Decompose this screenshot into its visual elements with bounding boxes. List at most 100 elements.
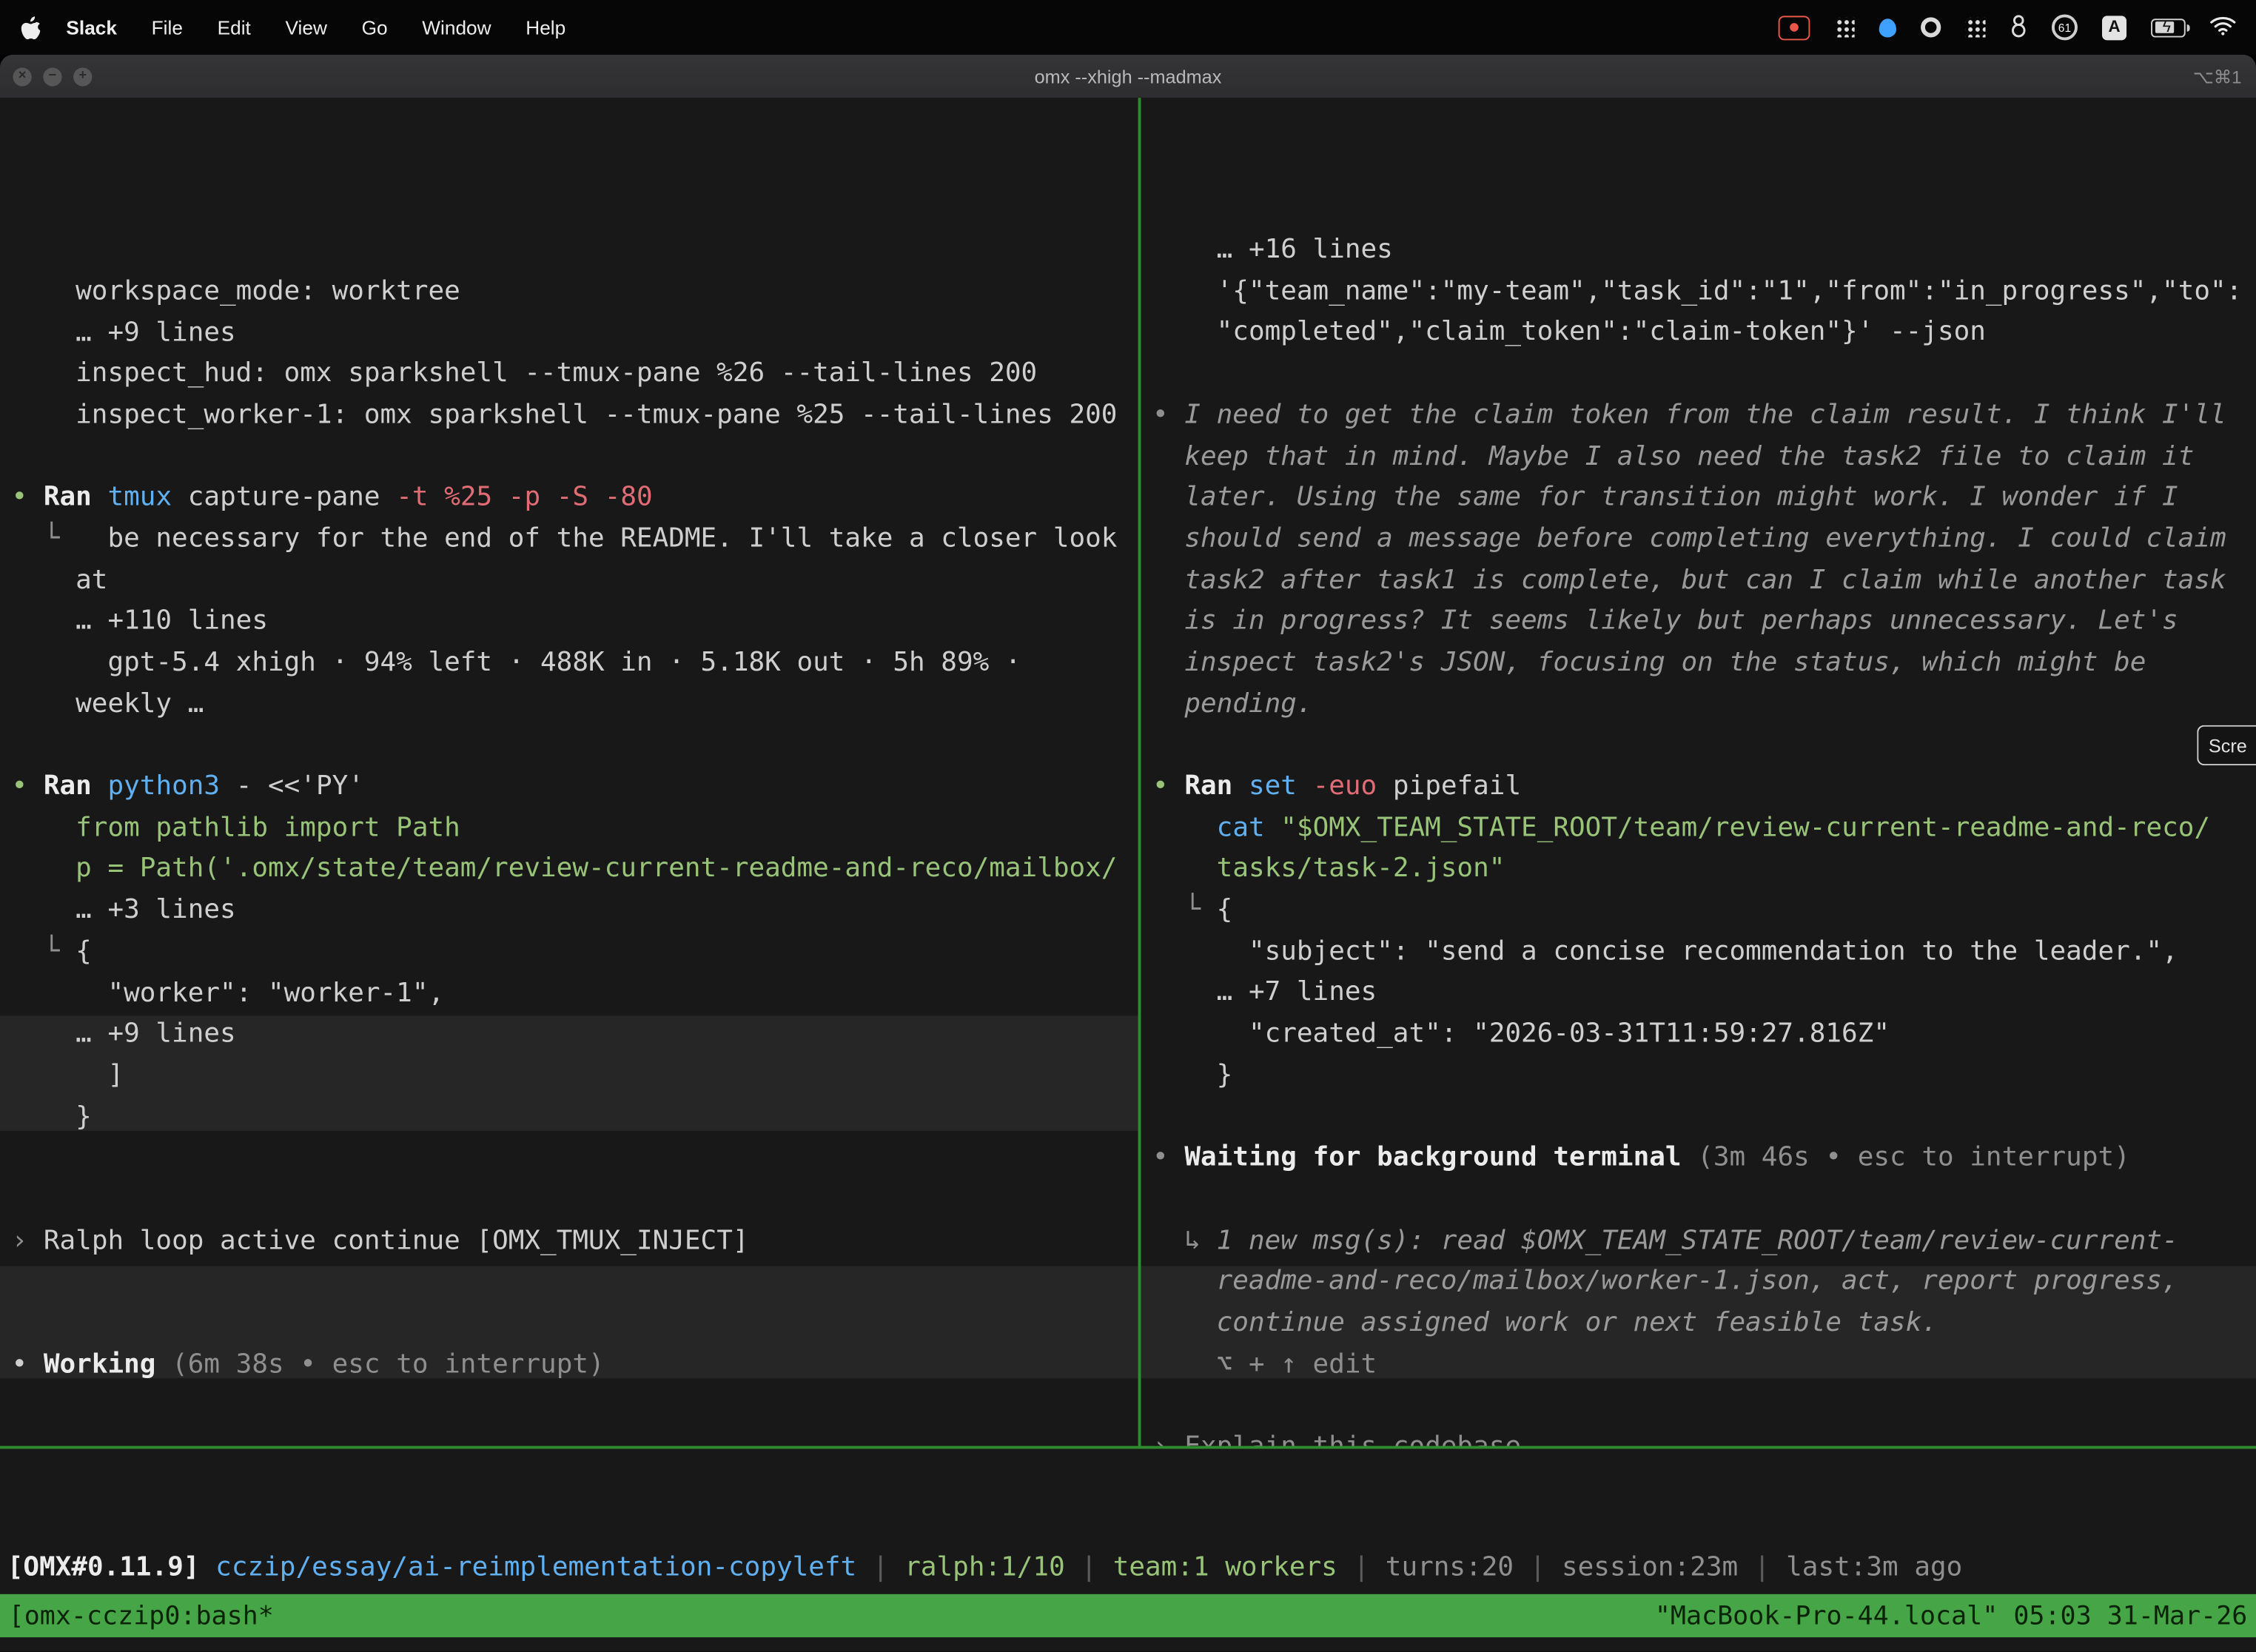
text-segment: cczip/essay/ai-reimplementation-copyleft <box>215 1553 856 1583</box>
text-segment: session:23m <box>1562 1553 1738 1583</box>
terminal-line: "worker": "worker-1", <box>12 973 1138 1015</box>
text-segment: inspect_worker-1: omx sparkshell --tmux-… <box>12 400 1118 430</box>
text-segment: • <box>12 1349 44 1380</box>
text-segment <box>1152 854 1217 884</box>
zoom-button[interactable]: + <box>73 67 92 85</box>
terminal-line: is in progress? It seems likely but perh… <box>1152 602 2256 643</box>
text-segment: Working <box>44 1349 172 1380</box>
menu-help[interactable]: Help <box>508 16 583 38</box>
text-segment: keep that in mind. Maybe I also need the… <box>1152 441 2194 471</box>
apple-icon[interactable] <box>20 15 40 39</box>
text-segment: | <box>856 1553 904 1583</box>
figure-eight-icon[interactable] <box>2010 13 2027 41</box>
text-segment: └ <box>12 936 76 967</box>
terminal-line <box>12 437 1138 478</box>
terminal-line: p = Path('.omx/state/team/review-current… <box>12 850 1138 891</box>
text-segment: • <box>12 771 44 802</box>
terminal-line <box>12 1262 1138 1303</box>
terminal-line: • Ran tmux capture-pane -t %25 -p -S -80 <box>12 478 1138 520</box>
text-segment: (6m 38s • esc to interrupt) <box>172 1349 605 1380</box>
terminal-line <box>1152 725 2256 767</box>
text-segment: - <<'PY' <box>236 771 364 802</box>
dots-grid-icon-2[interactable] <box>1965 17 1985 37</box>
text-segment: Ran <box>1184 771 1249 802</box>
text-segment: … +7 lines <box>1152 978 1377 1008</box>
text-segment: └ <box>1152 895 1217 925</box>
text-segment: p = Path('.omx/state/team/review-current… <box>12 854 1118 884</box>
terminal-line: • I need to get the claim token from the… <box>1152 395 2256 437</box>
terminal-line: weekly … <box>12 685 1138 726</box>
text-segment: "worker": "worker-1", <box>12 978 445 1008</box>
terminal-line: cat "$OMX_TEAM_STATE_ROOT/team/review-cu… <box>1152 808 2256 850</box>
tmux-session-label: [omx-cczip0:bash* <box>9 1601 274 1631</box>
terminal-line <box>12 1386 1138 1428</box>
text-segment: • <box>1152 1143 1184 1173</box>
terminal-line: … +9 lines <box>12 1015 1138 1056</box>
tmux-pane-right[interactable]: … +16 lines '{"team_name":"my-team","tas… <box>1141 98 2256 1446</box>
dots-grid-icon[interactable] <box>1834 17 1854 37</box>
text-segment: tasks/task-2.json" <box>1217 854 1505 884</box>
terminal-line: from pathlib import Path <box>12 808 1138 850</box>
text-segment: gpt-5.4 xhigh · 94% left · 488K in · 5.1… <box>12 648 1021 678</box>
text-segment: pipefail <box>1393 771 1521 802</box>
text-segment: "created_at": "2026-03-31T11:59:27.816Z" <box>1152 1019 1890 1050</box>
text-segment: ] <box>12 1060 124 1090</box>
terminal-line: • Working (6m 38s • esc to interrupt) <box>12 1345 1138 1386</box>
droplet-icon[interactable] <box>1879 18 1896 36</box>
terminal-line <box>12 1180 1138 1221</box>
screen-edge-overlay[interactable]: Scre <box>2197 725 2256 765</box>
terminal-line: … +7 lines <box>1152 973 2256 1015</box>
text-segment: "subject": "send a concise recommendatio… <box>1152 936 2178 967</box>
menu-bar: Slack FileEditViewGoWindowHelp 61 A ϟ <box>0 0 2256 55</box>
record-indicator-icon[interactable] <box>1779 15 1810 39</box>
terminal-line: should send a message before completing … <box>1152 520 2256 561</box>
menu-edit[interactable]: Edit <box>200 16 268 38</box>
minimize-button[interactable]: − <box>43 67 61 85</box>
menu-window[interactable]: Window <box>405 16 508 38</box>
terminal-line <box>12 1427 1138 1446</box>
text-segment: pending. <box>1152 688 1313 719</box>
terminal-line: readme-and-reco/mailbox/worker-1.json, a… <box>1152 1262 2256 1303</box>
terminal-line: … +9 lines <box>12 313 1138 355</box>
text-segment: I need to get the claim token from the c… <box>1184 400 2226 430</box>
terminal-line: inspect_worker-1: omx sparkshell --tmux-… <box>12 395 1138 437</box>
terminal-line <box>1152 355 2256 396</box>
battery-gauge-icon[interactable]: 61 <box>2052 14 2078 40</box>
close-button[interactable]: × <box>13 67 31 85</box>
text-segment: { <box>75 936 92 967</box>
terminal-line: … +3 lines <box>12 891 1138 933</box>
text-segment: ralph:1/10 <box>904 1553 1065 1583</box>
terminal-line: • Ran python3 - <<'PY' <box>12 767 1138 808</box>
terminal-line: … +16 lines <box>1152 230 2256 272</box>
tmux-pane-left[interactable]: workspace_mode: worktree … +9 lines insp… <box>0 98 1138 1446</box>
battery-icon[interactable]: ϟ <box>2151 18 2186 36</box>
disc-icon[interactable] <box>1921 17 1941 37</box>
text-segment: | <box>1065 1553 1113 1583</box>
text-segment: python3 <box>107 771 235 802</box>
text-segment: › <box>1152 1431 1184 1446</box>
text-segment: … +3 lines <box>12 895 236 925</box>
input-source-icon[interactable]: A <box>2102 15 2126 39</box>
text-segment: "$OMX_TEAM_STATE_ROOT/team/review-curren… <box>1280 813 2210 843</box>
text-segment: • <box>12 483 44 513</box>
menu-view[interactable]: View <box>268 16 344 38</box>
omx-status-line: [OMX#0.11.9] cczip/essay/ai-reimplementa… <box>0 1531 2256 1590</box>
text-segment: › <box>12 1225 44 1255</box>
terminal-line <box>12 1138 1138 1180</box>
terminal-line: at <box>12 560 1138 602</box>
omx-status-pane: [OMX#0.11.9] cczip/essay/ai-reimplementa… <box>0 1448 2256 1594</box>
menu-bar-left: Slack FileEditViewGoWindowHelp <box>0 15 583 39</box>
terminal-line: • Ran set -euo pipefail <box>1152 767 2256 808</box>
text-segment: } <box>1152 1060 1232 1090</box>
text-segment: at <box>12 565 108 595</box>
text-segment: cat <box>1217 813 1281 843</box>
wifi-icon[interactable] <box>2210 15 2236 39</box>
terminal-line: continue assigned work or next feasible … <box>1152 1303 2256 1345</box>
menu-app-name[interactable]: Slack <box>49 16 134 38</box>
text-segment: from pathlib import Path <box>12 813 460 843</box>
window-titlebar[interactable]: × − + omx --xhigh --madmax ⌥⌘1 <box>0 55 2256 98</box>
menu-file[interactable]: File <box>134 16 200 38</box>
text-segment: workspace_mode: worktree <box>12 276 460 306</box>
menu-go[interactable]: Go <box>344 16 405 38</box>
pane-right-lines: … +16 lines '{"team_name":"my-team","tas… <box>1152 230 2256 1446</box>
